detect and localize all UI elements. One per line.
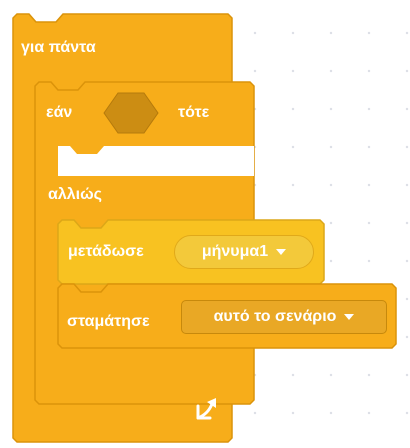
forever-label: για πάντα bbox=[21, 39, 96, 56]
then-label: τότε bbox=[178, 104, 210, 121]
broadcast-label: μετάδωσε bbox=[68, 243, 144, 260]
chevron-down-icon bbox=[344, 314, 355, 320]
stop-option-dropdown[interactable]: αυτό το σενάριο bbox=[181, 300, 387, 334]
block-svg bbox=[12, 13, 397, 443]
stop-label: σταμάτησε bbox=[67, 313, 150, 330]
stop-option-value: αυτό το σενάριο bbox=[213, 308, 337, 325]
message-dropdown[interactable]: μήνυμα1 bbox=[174, 235, 314, 269]
else-label: αλλιώς bbox=[48, 186, 102, 203]
message-dropdown-value: μήνυμα1 bbox=[201, 243, 269, 260]
if-label: εάν bbox=[46, 104, 73, 121]
chevron-down-icon bbox=[276, 249, 287, 255]
